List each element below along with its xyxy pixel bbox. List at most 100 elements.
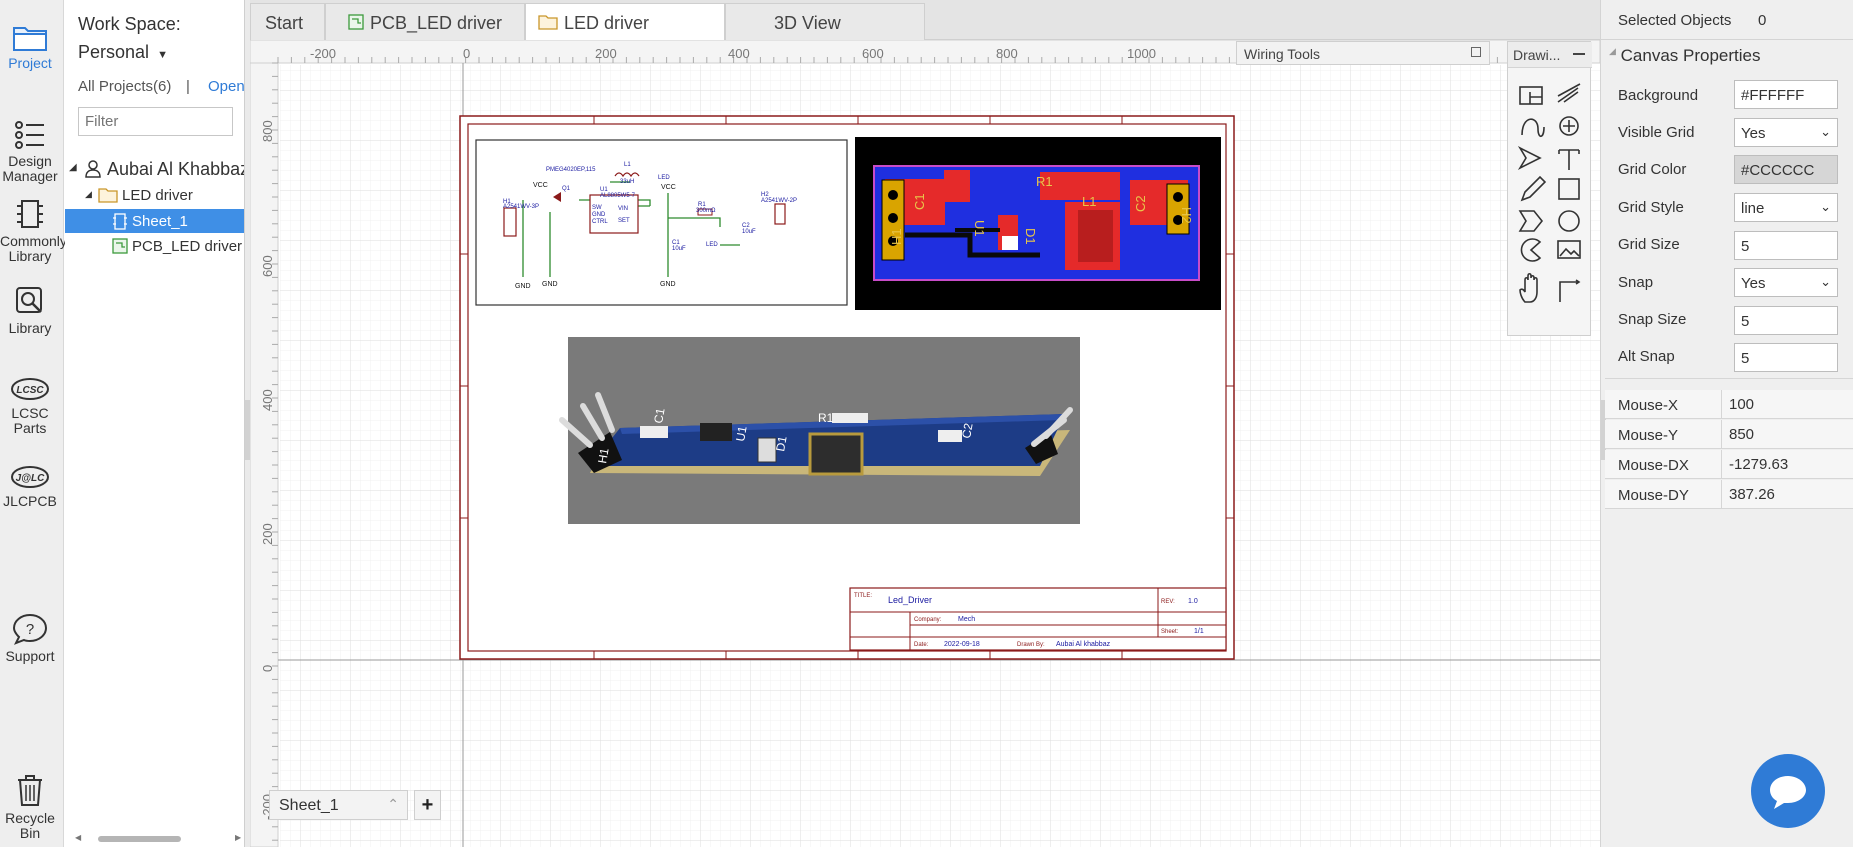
tab-3d-view[interactable]: 3D View — [725, 3, 925, 40]
grid-color-input[interactable]: #CCCCCC — [1734, 155, 1838, 184]
lcsc-logo-icon: LCSC — [11, 378, 49, 400]
tree-owner-row[interactable]: ◢ Aubai Al Khabbaz — [65, 156, 244, 182]
horizontal-scrollbar[interactable]: ◀ ▶ — [75, 833, 241, 843]
rail-recycle-bin[interactable]: Recycle Bin — [0, 773, 60, 841]
snap-value: Yes — [1741, 275, 1766, 292]
project-panel: Work Space: Personal ▼ All Projects(6) |… — [65, 0, 245, 847]
rail-library[interactable]: Library — [0, 285, 60, 336]
pcb-layout-image[interactable]: C1 R1 L1 C2 H1 U1 D1 H2 — [855, 137, 1221, 310]
alt-snap-input[interactable]: 5 — [1734, 343, 1838, 372]
pcb-label: L1 — [1082, 194, 1096, 209]
rail-project[interactable]: Project — [0, 22, 60, 71]
schematic-text: SW — [592, 205, 602, 211]
circle-tool-icon — [1558, 210, 1580, 232]
schematic-text: GND — [592, 212, 606, 218]
mouse-x-value: 100 — [1729, 396, 1755, 413]
pcb-label: C1 — [912, 193, 927, 210]
wiring-tools-panel[interactable]: Wiring Tools — [1236, 41, 1490, 65]
schematic-text: VIN — [618, 206, 628, 212]
schematic-text: 300mΩ — [696, 208, 716, 214]
chat-button[interactable] — [1751, 754, 1825, 828]
background-input[interactable]: #FFFFFF — [1734, 80, 1838, 109]
pcb-label: H2 — [1179, 207, 1194, 224]
pcb-icon — [112, 238, 128, 254]
title-block-label: Date: — [914, 642, 929, 648]
grid-style-select[interactable]: line ⌄ — [1734, 193, 1838, 222]
tree-pcb-row[interactable]: PCB_LED driver — [65, 234, 244, 258]
canvas-properties-header[interactable]: ◢ Canvas Properties — [1609, 46, 1761, 66]
visible-grid-select[interactable]: Yes ⌄ — [1734, 118, 1838, 147]
grid-size-label: Grid Size — [1618, 236, 1680, 253]
add-sheet-label: + — [421, 794, 434, 816]
scroll-left-icon: ◀ — [75, 833, 82, 842]
all-projects-link[interactable]: All Projects(6) — [78, 78, 171, 95]
rail-design-manager-label: Design Manager — [2, 153, 58, 184]
rail-jlcpcb[interactable]: J@LC JLCPCB — [0, 464, 60, 509]
svg-text:J@LC: J@LC — [16, 473, 45, 484]
chip-icon — [17, 200, 43, 228]
rail-commonly-library-label: Commonly Library — [0, 233, 67, 264]
schematic-text: VCC — [533, 182, 548, 189]
drawing-tools-panel[interactable]: Drawi... — [1507, 41, 1592, 336]
tree-project-row[interactable]: ◢ LED driver — [65, 183, 244, 207]
title-block-label: Sheet: — [1161, 629, 1179, 635]
rail-design-manager[interactable]: Design Manager — [0, 120, 60, 184]
schematic-text: LED — [706, 242, 718, 248]
canvas-svg[interactable]: -200 0 200 400 600 800 1000 800 600 400 … — [250, 40, 1600, 847]
rail-lcsc-parts[interactable]: LCSC LCSC Parts — [0, 376, 60, 436]
tab-led-driver[interactable]: LED driver — [525, 3, 725, 40]
tab-start[interactable]: Start — [250, 3, 325, 40]
tab-pcb-led-driver[interactable]: PCB_LED driver — [325, 3, 525, 40]
folder-icon — [538, 15, 558, 30]
filter-input[interactable] — [78, 107, 233, 136]
tab-led-driver-label: LED driver — [564, 13, 650, 33]
ruler-label: 400 — [728, 46, 750, 61]
connector-tool-icon — [1559, 279, 1581, 302]
row-separator — [1721, 450, 1722, 479]
title-block-label: Company: — [914, 617, 942, 623]
drawing-tools-title: Drawi... — [1513, 47, 1561, 63]
scroll-right-icon: ▶ — [235, 833, 242, 842]
schematic-image[interactable]: PMEG4020EP,115 L1 33uH LED Q1 U1 AL8805W… — [475, 139, 848, 306]
snap-label: Snap — [1618, 274, 1654, 291]
mouse-x-label: Mouse-X — [1618, 397, 1679, 414]
minimize-icon[interactable] — [1573, 53, 1585, 55]
workspace-dropdown[interactable]: Personal ▼ — [78, 42, 168, 63]
link-separator: | — [186, 78, 190, 95]
pcb-3d-render-image[interactable]: H1 C1 U1 R1 D1 C2 — [559, 337, 1080, 524]
schematic-canvas[interactable]: -200 0 200 400 600 800 1000 800 600 400 … — [250, 40, 1600, 847]
title-block: TITLE: Led_Driver REV: 1.0 Company: Mech… — [849, 587, 1227, 651]
tree-sheet-row[interactable]: Sheet_1 — [65, 209, 244, 233]
open-link[interactable]: Open — [208, 78, 244, 95]
mouse-y-value: 850 — [1729, 426, 1755, 443]
alt-snap-value: 5 — [1741, 350, 1750, 367]
scroll-thumb[interactable] — [98, 836, 181, 842]
snap-select[interactable]: Yes ⌄ — [1734, 268, 1838, 297]
visible-grid-value: Yes — [1741, 125, 1766, 142]
trash-icon — [18, 775, 42, 806]
title-block-value: Mech — [958, 616, 975, 623]
rail-commonly-library[interactable]: Commonly Library — [0, 198, 67, 264]
title-block-label: TITLE: — [854, 593, 872, 599]
sheet-tab[interactable]: Sheet_1 ⌃ — [269, 790, 408, 820]
model3d-label: C2 — [959, 422, 976, 440]
list-icon — [15, 121, 44, 149]
row-separator — [1721, 420, 1722, 449]
ruler-label: 200 — [260, 523, 275, 545]
rectangle-tool-icon — [1558, 178, 1580, 200]
wire-zigzag-tool-icon — [1557, 83, 1581, 103]
snap-size-input[interactable]: 5 — [1734, 306, 1838, 335]
rail-support-label: Support — [5, 648, 55, 664]
add-sheet-button[interactable]: + — [414, 790, 441, 820]
mouse-dx-label: Mouse-DX — [1618, 457, 1689, 474]
image-tool-icon — [1557, 240, 1581, 259]
mouse-y-row: Mouse-Y 850 — [1605, 420, 1853, 449]
rail-support[interactable]: ? Support — [0, 613, 60, 664]
polygon-tool-icon — [1518, 210, 1544, 232]
grid-size-input[interactable]: 5 — [1734, 231, 1838, 260]
title-block-label: REV: — [1161, 599, 1175, 605]
maximize-icon[interactable] — [1471, 47, 1481, 57]
rail-lcsc-parts-label: LCSC Parts — [11, 405, 49, 436]
chevron-up-icon[interactable]: ⌃ — [387, 796, 399, 813]
text-tool-icon — [1558, 149, 1580, 170]
